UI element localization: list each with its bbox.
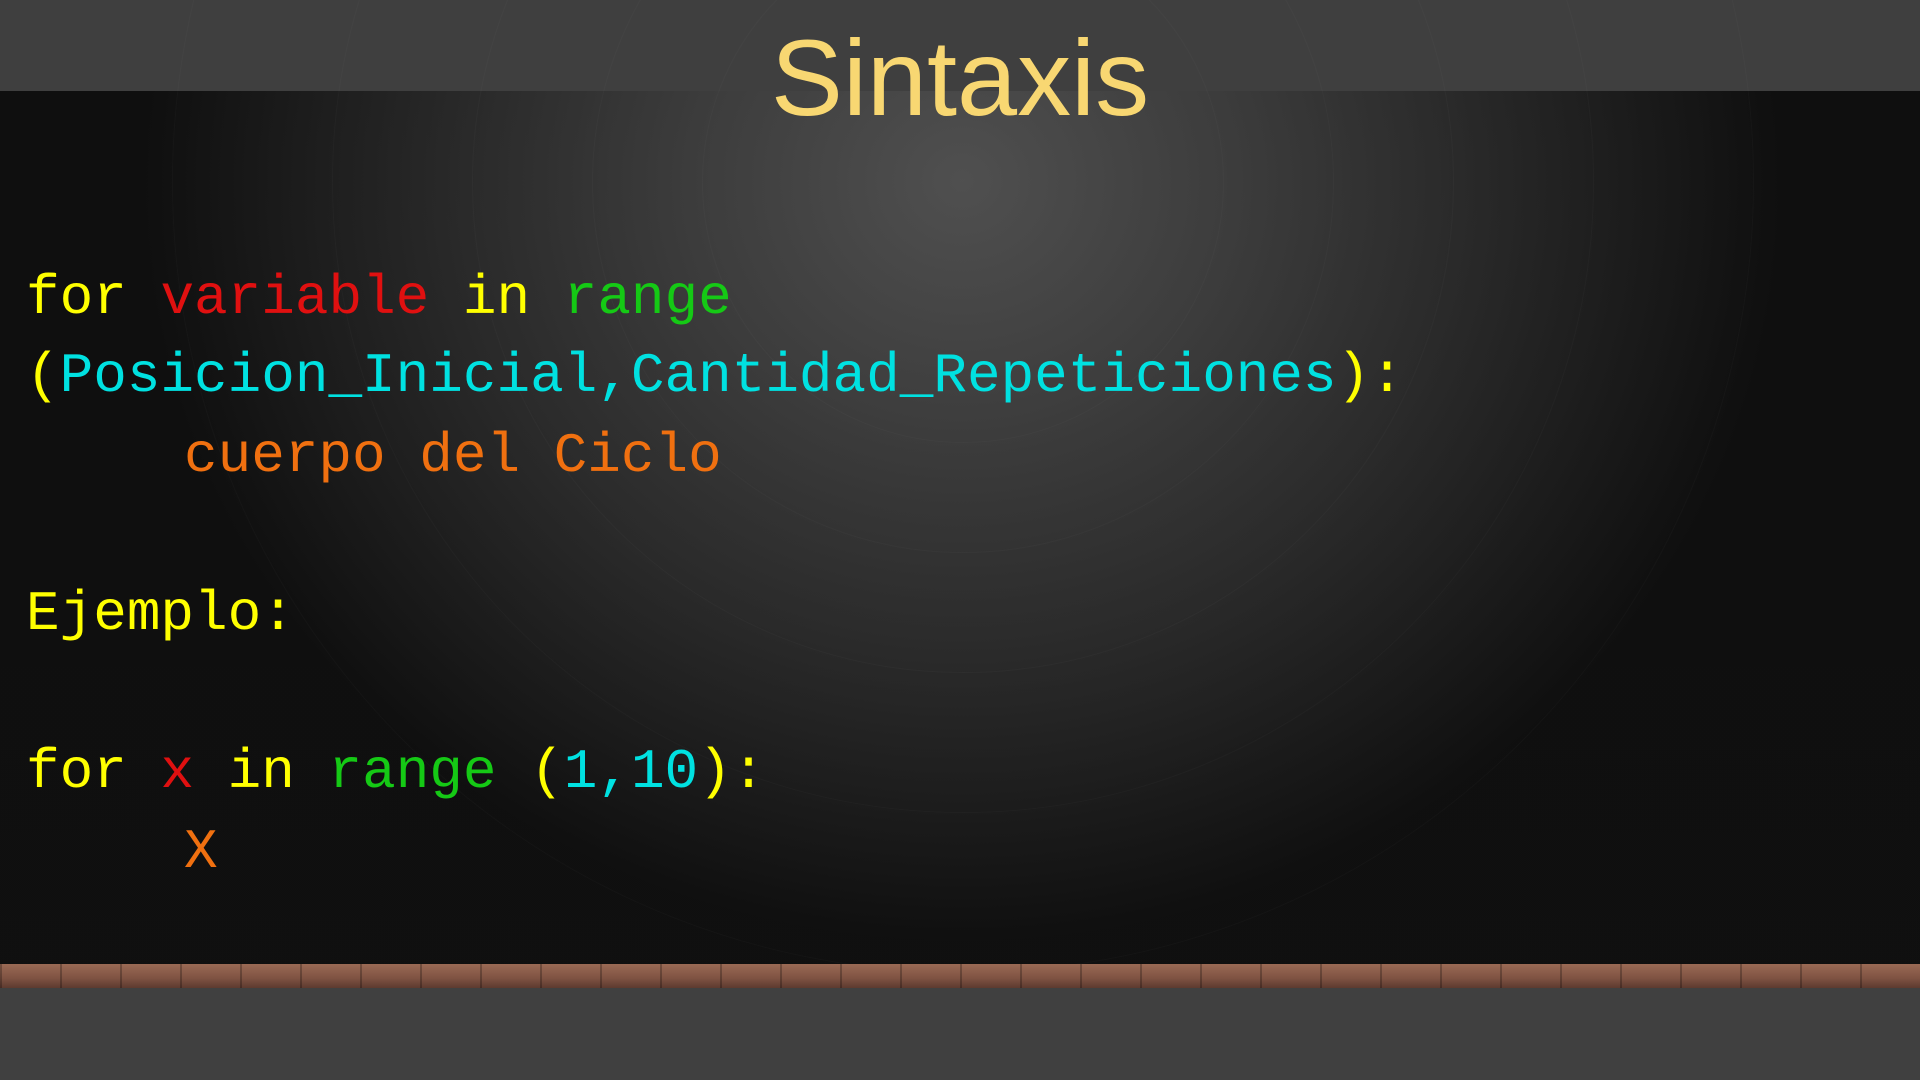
- bottom-band: [0, 988, 1920, 1080]
- example-label-text: Ejemplo:: [26, 582, 295, 646]
- stage-floor: [0, 964, 1920, 988]
- open-paren: (: [26, 344, 60, 408]
- example-variable: x: [160, 740, 195, 804]
- example-range-function: range: [328, 740, 497, 804]
- stage-background: [0, 91, 1920, 964]
- slide-title: Sintaxis: [770, 17, 1150, 138]
- syntax-body: cuerpo del Ciclo: [184, 424, 722, 488]
- example-body: X: [184, 820, 218, 884]
- example-open-paren: (: [530, 740, 564, 804]
- example-close-paren-colon: ):: [698, 740, 766, 804]
- example-label: Ejemplo:: [26, 582, 295, 646]
- example-in-keyword: in: [227, 740, 295, 804]
- slide: Sintaxis for variable in range (Posicion…: [0, 0, 1920, 1080]
- loop-body-text: cuerpo del Ciclo: [184, 424, 722, 488]
- example-for-keyword: for: [26, 740, 127, 804]
- example-body-text: X: [184, 820, 218, 884]
- loop-variable: variable: [160, 266, 430, 330]
- close-paren-colon: ):: [1336, 344, 1404, 408]
- for-keyword: for: [26, 266, 127, 330]
- range-function: range: [563, 266, 732, 330]
- range-arguments: Posicion_Inicial,Cantidad_Repeticiones: [59, 344, 1337, 408]
- in-keyword: in: [462, 266, 531, 330]
- syntax-line-2: (Posicion_Inicial,Cantidad_Repeticiones)…: [26, 344, 1404, 408]
- syntax-line-1: for variable in range: [26, 266, 732, 330]
- example-range-arguments: 1,10: [563, 740, 699, 804]
- example-line-1: for x in range (1,10):: [26, 740, 765, 804]
